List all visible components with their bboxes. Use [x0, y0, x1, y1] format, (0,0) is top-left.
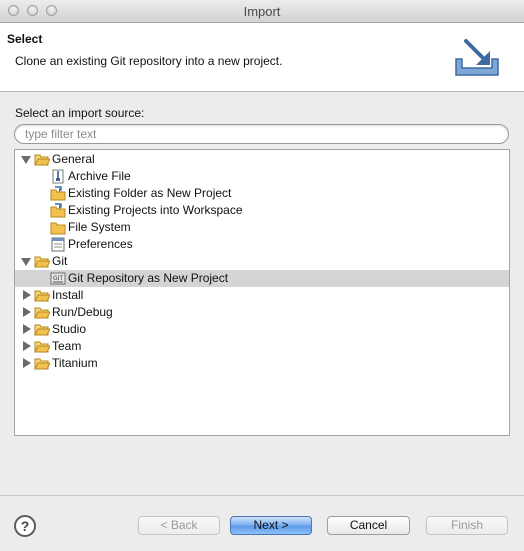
tree-label: Git Repository as New Project: [68, 271, 229, 285]
tree-label-general: General: [52, 152, 95, 166]
filter-input[interactable]: [14, 124, 509, 144]
tree-label: Existing Projects into Workspace: [68, 203, 243, 217]
folder-icon: [34, 324, 50, 336]
next-button[interactable]: Next >: [230, 516, 312, 535]
expanded-arrow-icon[interactable]: [21, 258, 31, 266]
tree-item-preferences[interactable]: Preferences: [15, 236, 509, 253]
collapsed-arrow-icon[interactable]: [23, 358, 31, 368]
tree-label: File System: [68, 220, 131, 234]
tree-label-studio: Studio: [52, 322, 87, 336]
tree-item-archive-file[interactable]: Archive File: [15, 168, 509, 185]
preferences-icon: [51, 237, 65, 252]
collapsed-arrow-icon[interactable]: [23, 341, 31, 351]
collapsed-arrow-icon[interactable]: [23, 290, 31, 300]
open-folder-icon: [34, 154, 50, 166]
tree-label-run-debug: Run/Debug: [52, 305, 113, 319]
tree-label-git: Git: [52, 254, 68, 268]
folder-import-icon: [50, 186, 66, 201]
folder-icon: [50, 222, 66, 235]
tree-item-general[interactable]: General: [15, 151, 509, 168]
window-title: Import: [243, 4, 281, 19]
tree-label-titanium: Titanium: [52, 356, 98, 370]
folder-icon: [34, 307, 50, 319]
tree-label-install: Install: [52, 288, 84, 302]
page-title: Select: [7, 32, 43, 46]
footer-divider: [0, 495, 524, 496]
import-source-tree[interactable]: General Archive File Existing Folder as …: [14, 149, 510, 436]
svg-text:GIT: GIT: [53, 275, 63, 282]
tree-item-existing-folder[interactable]: Existing Folder as New Project: [15, 185, 509, 202]
folder-icon: [34, 290, 50, 302]
tree-label: Existing Folder as New Project: [68, 186, 232, 200]
import-wizard-icon: [455, 39, 499, 76]
wizard-header: Select Clone an existing Git repository …: [0, 23, 524, 92]
help-button[interactable]: ?: [14, 515, 36, 537]
open-folder-icon: [34, 256, 50, 268]
git-repository-icon: GIT: [50, 272, 66, 285]
folder-icon: [34, 358, 50, 370]
collapsed-arrow-icon[interactable]: [23, 307, 31, 317]
page-description: Clone an existing Git repository into a …: [15, 54, 283, 68]
tree-item-file-system[interactable]: File System: [15, 219, 509, 236]
archive-file-icon: [52, 169, 64, 184]
tree-label-team: Team: [52, 339, 82, 353]
expanded-arrow-icon[interactable]: [21, 156, 31, 164]
back-button[interactable]: < Back: [138, 516, 220, 535]
cancel-button[interactable]: Cancel: [327, 516, 410, 535]
tree-label: Archive File: [68, 169, 131, 183]
collapsed-arrow-icon[interactable]: [23, 324, 31, 334]
folder-icon: [34, 341, 50, 353]
tree-item-git[interactable]: Git: [15, 253, 509, 270]
tree-item-studio[interactable]: Studio: [15, 321, 509, 338]
project-import-icon: [50, 203, 66, 218]
tree-item-team[interactable]: Team: [15, 338, 509, 355]
tree-label: Preferences: [68, 237, 133, 251]
tree-item-install[interactable]: Install: [15, 287, 509, 304]
title-bar: Import: [0, 0, 524, 23]
tree-item-run-debug[interactable]: Run/Debug: [15, 304, 509, 321]
tree-item-existing-projects[interactable]: Existing Projects into Workspace: [15, 202, 509, 219]
tree-item-git-repository[interactable]: GIT Git Repository as New Project: [15, 270, 509, 287]
finish-button[interactable]: Finish: [426, 516, 508, 535]
tree-item-titanium[interactable]: Titanium: [15, 355, 509, 372]
import-source-label: Select an import source:: [15, 106, 145, 120]
